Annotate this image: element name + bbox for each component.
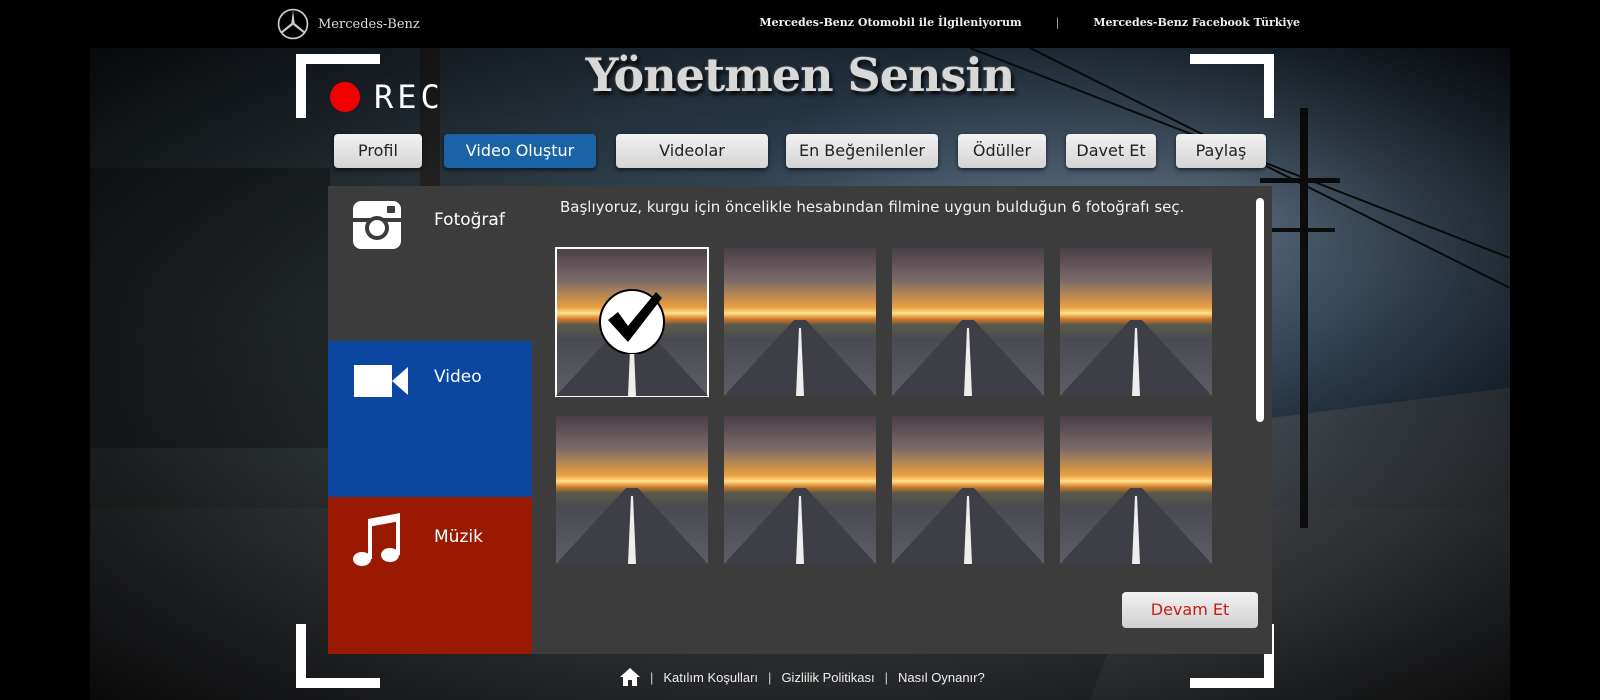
road-photo-image [892, 488, 1044, 564]
top-bar: Mercedes-Benz Mercedes-Benz Otomobil ile… [0, 0, 1600, 48]
page-title: Yönetmen Sensin [585, 48, 1016, 102]
footer-separator: | [650, 669, 654, 685]
header-link-otomobil[interactable]: Mercedes-Benz Otomobil ile İlgileniyorum [759, 16, 1021, 29]
footer-links: | Katılım Koşulları | Gizlilik Politikas… [620, 668, 985, 686]
devam-et-button[interactable]: Devam Et [1122, 592, 1258, 628]
road-photo-image [556, 488, 708, 564]
nav-profil[interactable]: Profil [334, 134, 422, 168]
photo-grid-scrollbar[interactable] [1256, 198, 1264, 422]
frame-corner-top-right [1190, 54, 1274, 118]
photo-thumbnail-6[interactable] [724, 416, 876, 564]
sidebar-item-fotograf[interactable]: Fotoğraf [328, 186, 532, 341]
sidebar-item-video[interactable]: Video [328, 341, 532, 497]
home-icon[interactable] [620, 668, 640, 686]
nav-oduller[interactable]: Ödüller [958, 134, 1046, 168]
sidebar-label-fotograf: Fotoğraf [434, 210, 505, 230]
road-photo-image [724, 320, 876, 396]
brand-logo[interactable]: Mercedes-Benz [276, 7, 420, 41]
video-camera-icon [354, 365, 408, 397]
sidebar-item-muzik[interactable]: Müzik [328, 497, 532, 654]
road-photo-image [1060, 320, 1212, 396]
footer-link-nasil-oynanir[interactable]: Nasıl Oynanır? [898, 670, 985, 685]
header-link-facebook[interactable]: Mercedes-Benz Facebook Türkiye [1093, 16, 1300, 29]
photo-thumbnail-2[interactable] [724, 248, 876, 396]
road-photo-image [892, 320, 1044, 396]
nav-en-begenilenler[interactable]: En Beğenilenler [786, 134, 938, 168]
road-photo-image [1060, 488, 1212, 564]
footer-separator: | [884, 669, 889, 685]
main-nav: Profil Video Oluştur Videolar En Beğenil… [0, 134, 1600, 170]
rec-label: REC [374, 78, 444, 116]
photo-thumbnail-5[interactable] [556, 416, 708, 564]
nav-videolar[interactable]: Videolar [616, 134, 768, 168]
music-note-icon [353, 513, 400, 566]
header-separator: | [1055, 16, 1060, 29]
instagram-icon [353, 201, 401, 249]
road-photo-image [724, 488, 876, 564]
footer-link-gizlilik-politikasi[interactable]: Gizlilik Politikası [781, 670, 874, 685]
photo-thumbnail-3[interactable] [892, 248, 1044, 396]
create-video-panel: Fotoğraf Video Müzik Başlıyoruz, kurgu i… [328, 186, 1272, 654]
photo-thumbnail-1[interactable] [555, 247, 709, 397]
mercedes-star-icon [277, 8, 309, 40]
rec-indicator: REC [330, 78, 444, 116]
checkmark-icon [599, 289, 665, 354]
nav-davet-et[interactable]: Davet Et [1066, 134, 1156, 168]
footer-link-katilim-kosullari[interactable]: Katılım Koşulları [663, 670, 758, 685]
photo-thumbnail-7[interactable] [892, 416, 1044, 564]
photo-thumbnail-4[interactable] [1060, 248, 1212, 396]
brand-name: Mercedes-Benz [318, 16, 420, 32]
sidebar-label-muzik: Müzik [434, 527, 483, 547]
instruction-text: Başlıyoruz, kurgu için öncelikle hesabın… [560, 198, 1185, 216]
sidebar-label-video: Video [434, 367, 482, 387]
media-sidebar: Fotoğraf Video Müzik [328, 186, 532, 654]
nav-paylas[interactable]: Paylaş [1176, 134, 1266, 168]
rec-dot-icon [330, 82, 360, 112]
footer-separator: | [768, 669, 772, 685]
nav-video-olustur[interactable]: Video Oluştur [444, 134, 596, 168]
photo-thumbnail-8[interactable] [1060, 416, 1212, 564]
header-links: Mercedes-Benz Otomobil ile İlgileniyorum… [759, 16, 1300, 29]
